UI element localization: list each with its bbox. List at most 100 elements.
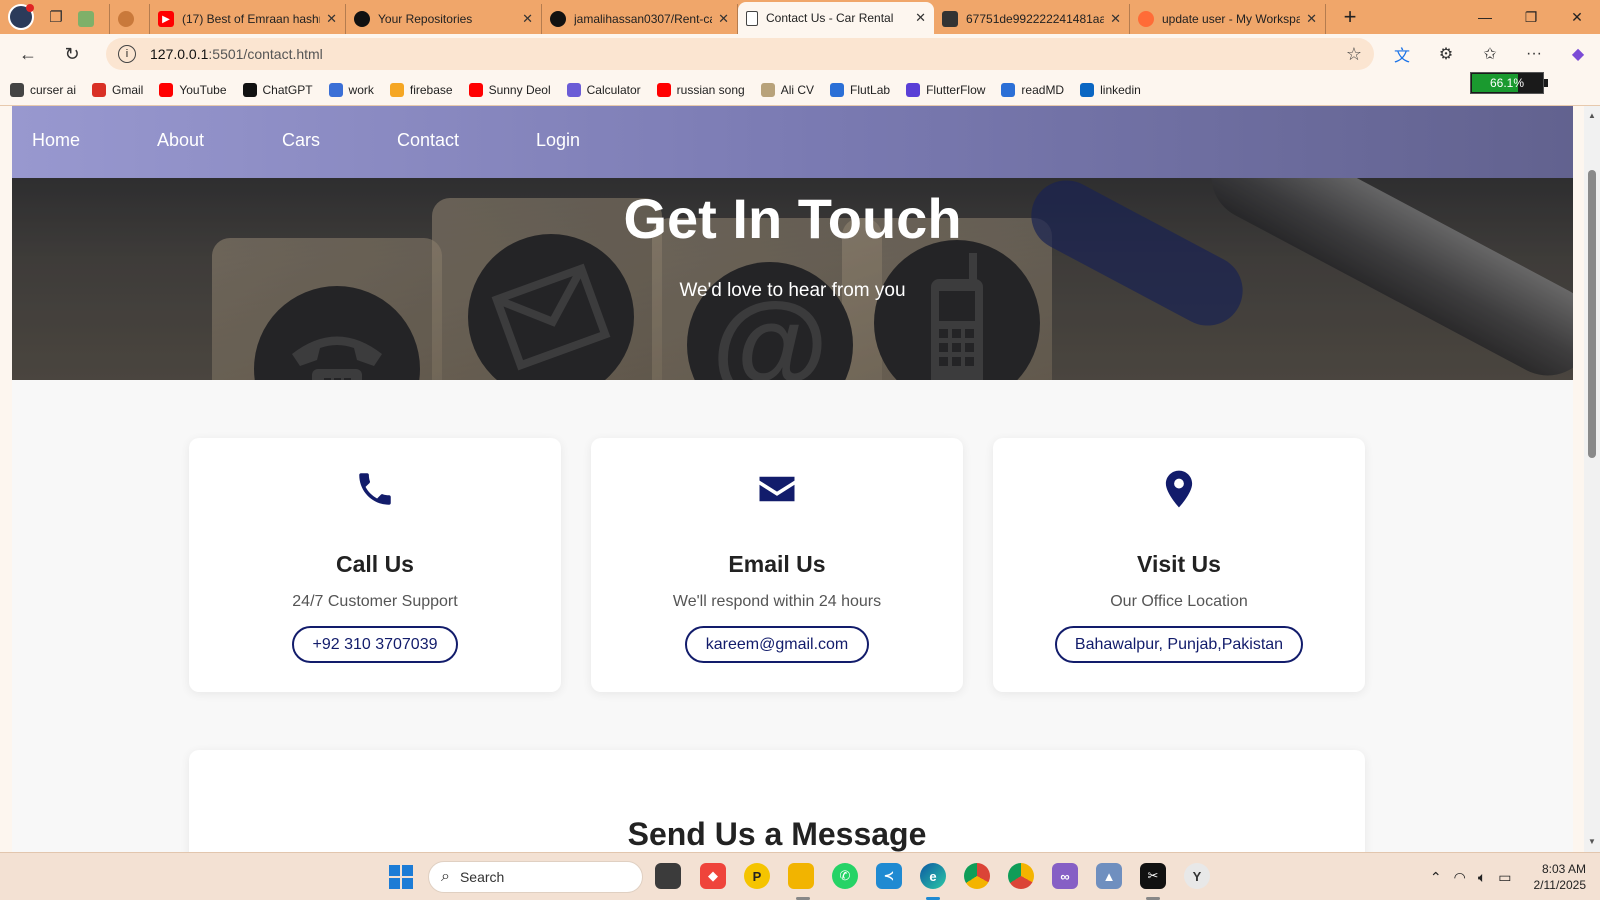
tab-api[interactable]: 67751de992222241481aa ✕ <box>934 4 1130 34</box>
tab-title: update user - My Workspace <box>1162 12 1301 26</box>
pin-green-icon <box>78 11 94 27</box>
bookmark-item[interactable]: work <box>328 82 374 97</box>
new-tab-button[interactable]: + <box>1336 3 1364 31</box>
minimize-icon[interactable]: — <box>1462 0 1508 34</box>
reload-icon[interactable]: ↻ <box>56 38 88 70</box>
chrome-canary-icon[interactable] <box>1008 863 1034 889</box>
profile-avatar[interactable] <box>8 4 34 30</box>
hero-title: Get In Touch <box>623 187 962 250</box>
vscode-icon[interactable]: ≺ <box>876 863 902 889</box>
anydesk-icon[interactable]: ◆ <box>700 863 726 889</box>
address-bar[interactable]: i 127.0.0.1:5501/contact.html ☆ <box>106 38 1374 70</box>
scroll-down-arrow-icon[interactable]: ▼ <box>1584 834 1600 850</box>
tab-your-repositories[interactable]: Your Repositories ✕ <box>346 4 542 34</box>
page-scrollbar[interactable]: ▲ ▼ <box>1584 106 1600 852</box>
bookmark-item[interactable]: linkedin <box>1080 82 1141 97</box>
nav-link-contact[interactable]: Contact <box>397 130 459 151</box>
copilot-icon[interactable]: ◆ <box>1562 38 1594 70</box>
bookmark-item[interactable]: Sunny Deol <box>468 82 551 97</box>
file-explorer-icon[interactable] <box>655 863 681 889</box>
chart-app-icon[interactable]: ▲ <box>1096 863 1122 889</box>
bookmark-item[interactable]: Gmail <box>92 82 144 97</box>
tab-update-user[interactable]: update user - My Workspace ✕ <box>1130 4 1326 34</box>
favorites-icon[interactable]: ✩ <box>1474 38 1506 70</box>
capcut-icon[interactable]: ✂ <box>1140 863 1166 889</box>
clock[interactable]: 8:03 AM 2/11/2025 <box>1534 861 1587 893</box>
contact-page: Home About Cars Contact Login @ Get In T… <box>12 106 1573 852</box>
bookmark-item[interactable]: firebase <box>389 82 453 97</box>
bookmark-favicon-icon <box>566 82 581 97</box>
github-icon <box>354 11 370 27</box>
more-menu-icon[interactable]: ··· <box>1518 38 1550 70</box>
site-info-icon[interactable]: i <box>118 45 136 63</box>
api-icon <box>942 11 958 27</box>
postman-icon[interactable]: P <box>744 863 770 889</box>
whatsapp-icon[interactable]: ✆ <box>832 863 858 889</box>
bookmark-item[interactable]: YouTube <box>159 82 227 97</box>
workspaces-icon[interactable]: ❐ <box>42 3 70 31</box>
chevron-up-icon[interactable]: ⌃ <box>1430 869 1442 886</box>
scroll-up-arrow-icon[interactable]: ▲ <box>1584 108 1600 124</box>
tab-pinned-2[interactable] <box>110 4 150 34</box>
scrollbar-thumb[interactable] <box>1588 170 1596 458</box>
email-address-button[interactable]: kareem@gmail.com <box>685 626 869 663</box>
edge-icon[interactable]: e <box>920 863 946 889</box>
windows-taskbar: ⌕ Search ◆ P ✆ ≺ e ∞ ▲ ✂ Y ⌃ ◠ 🔈︎ ▭ 8:03… <box>0 852 1600 900</box>
bookmark-item[interactable]: FlutLab <box>830 82 890 97</box>
battery-icon[interactable]: ▭ <box>1498 869 1511 886</box>
close-icon[interactable]: ✕ <box>915 10 926 26</box>
bookmark-label: readMD <box>1021 82 1065 97</box>
tab-contact-us[interactable]: Contact Us - Car Rental ✕ <box>738 2 934 34</box>
nav-link-about[interactable]: About <box>157 130 204 151</box>
card-description: Our Office Location <box>1110 593 1248 610</box>
bookmark-favicon-icon <box>159 82 174 97</box>
close-window-icon[interactable]: ✕ <box>1554 0 1600 34</box>
close-icon[interactable]: ✕ <box>522 11 533 27</box>
tab-title: Contact Us - Car Rental <box>766 11 894 25</box>
hero-banner: @ Get In Touch We'd love to hear from yo… <box>12 178 1573 380</box>
bookmark-item[interactable]: Ali CV <box>760 82 814 97</box>
restore-icon[interactable]: ❐ <box>1508 0 1554 34</box>
bookmark-favicon-icon <box>468 82 483 97</box>
bookmark-favicon-icon <box>830 82 845 97</box>
address-button[interactable]: Bahawalpur, Punjab,Pakistan <box>1055 626 1303 663</box>
translate-icon[interactable]: 文 <box>1386 38 1418 70</box>
close-icon[interactable]: ✕ <box>1110 11 1121 27</box>
bookmark-item[interactable]: readMD <box>1001 82 1065 97</box>
taskbar-search[interactable]: ⌕ Search <box>428 861 643 893</box>
back-arrow-icon[interactable]: ← <box>12 38 44 70</box>
bookmark-item[interactable]: russian song <box>656 82 745 97</box>
visual-studio-icon[interactable]: ∞ <box>1052 863 1078 889</box>
tab-youtube[interactable]: ▶ (17) Best of Emraan hashmi ✕ <box>150 4 346 34</box>
phone-number-button[interactable]: +92 310 3707039 <box>292 626 458 663</box>
start-button[interactable] <box>389 865 413 889</box>
bookmark-favicon-icon <box>328 82 343 97</box>
nav-link-login[interactable]: Login <box>536 130 580 151</box>
bookmark-item[interactable]: Calculator <box>566 82 641 97</box>
browser-toolbar: ← ↻ i 127.0.0.1:5501/contact.html ☆ 文 ⚙ … <box>0 34 1600 74</box>
tab-pinned-1[interactable] <box>70 4 110 34</box>
close-icon[interactable]: ✕ <box>326 11 337 27</box>
chrome-icon[interactable] <box>964 863 990 889</box>
bookmark-item[interactable]: ChatGPT <box>242 82 313 97</box>
yandex-icon[interactable]: Y <box>1184 863 1210 889</box>
extensions-icon[interactable]: ⚙ <box>1430 38 1462 70</box>
search-icon: ⌕ <box>441 868 450 885</box>
bookmark-item[interactable]: curser ai <box>10 82 76 97</box>
tab-rent-car-repo[interactable]: jamalihassan0307/Rent-car ✕ <box>542 4 738 34</box>
close-icon[interactable]: ✕ <box>1306 11 1317 27</box>
volume-icon[interactable]: 🔈︎ <box>1478 869 1486 886</box>
window-controls: — ❐ ✕ <box>1462 0 1600 34</box>
bookmark-star-icon[interactable]: ☆ <box>1346 44 1362 65</box>
bookmark-item[interactable]: FlutterFlow <box>906 82 985 97</box>
bookmark-favicon-icon <box>1080 82 1095 97</box>
notification-dot <box>26 4 34 12</box>
nav-link-cars[interactable]: Cars <box>282 130 320 151</box>
files-icon[interactable] <box>788 863 814 889</box>
tab-title: jamalihassan0307/Rent-car <box>574 12 713 26</box>
wifi-icon[interactable]: ◠ <box>1454 869 1466 886</box>
bookmark-label: Gmail <box>112 82 144 97</box>
close-icon[interactable]: ✕ <box>718 11 729 27</box>
bookmark-favicon-icon <box>1001 82 1016 97</box>
nav-link-home[interactable]: Home <box>32 130 80 151</box>
